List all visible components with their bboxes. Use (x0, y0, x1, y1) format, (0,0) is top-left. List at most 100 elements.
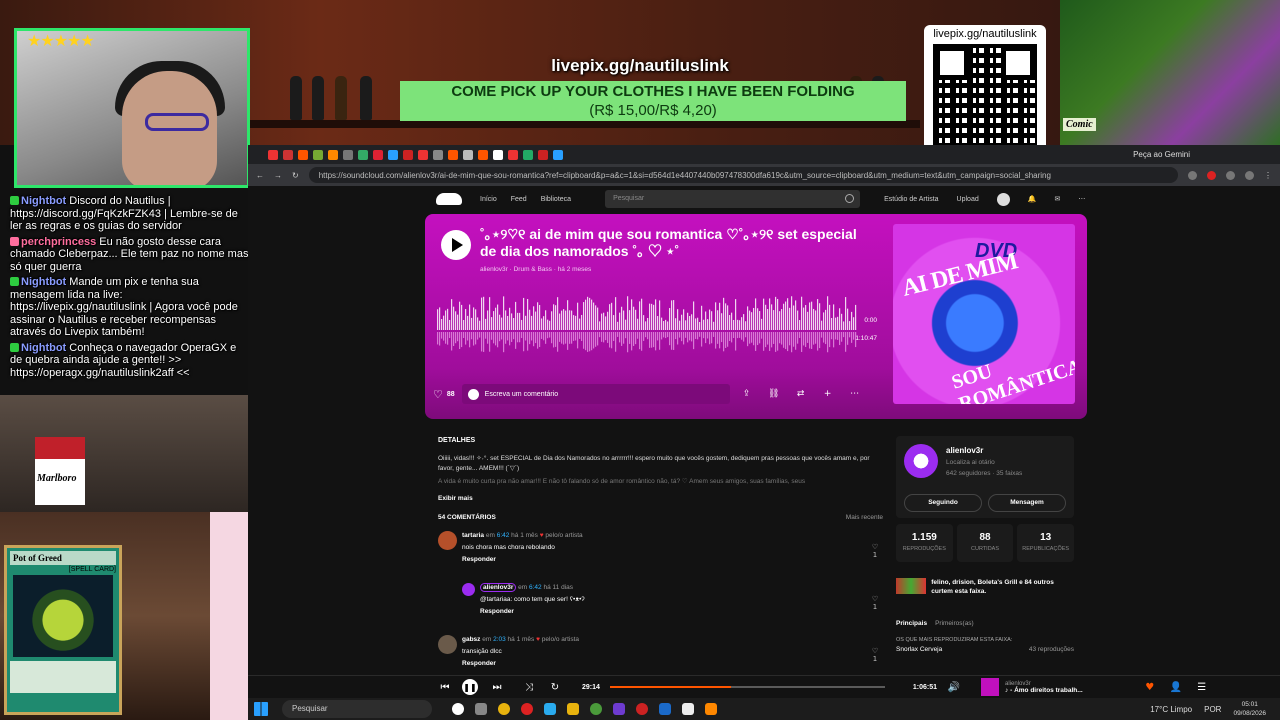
cortana-icon[interactable] (452, 703, 464, 715)
previous-icon[interactable]: ⏮ (438, 680, 452, 694)
play-button[interactable] (441, 230, 471, 260)
comment-input[interactable]: Escreva um comentário (461, 384, 730, 404)
bookmark-icon[interactable] (1188, 170, 1197, 180)
waveform[interactable] (437, 294, 857, 362)
tab-favicon-icon[interactable] (553, 149, 563, 160)
like-button[interactable]: ♡ 88 (433, 388, 455, 401)
tab-favicon-icon[interactable] (403, 149, 413, 160)
reply-button[interactable]: Responder (480, 607, 514, 617)
shuffle-icon[interactable]: ⤨ (522, 680, 536, 694)
tab-favicon-icon[interactable] (538, 149, 548, 160)
repeat-icon[interactable]: ↻ (548, 680, 562, 694)
tab-favicon-icon[interactable] (523, 149, 533, 160)
gemini-button[interactable]: Peça ao Gemini (1133, 150, 1280, 159)
user-avatar[interactable] (996, 192, 1010, 206)
tab-favicon-icon[interactable] (343, 149, 353, 160)
repost-icon[interactable]: ⇄ (791, 384, 811, 404)
tab-favicon-icon[interactable] (463, 149, 473, 160)
comment-like[interactable]: ♡ 1 (871, 647, 879, 665)
reply-button[interactable]: Responder (462, 659, 496, 669)
tab-favicon-icon[interactable] (508, 149, 518, 160)
now-playing[interactable]: alienlov3r ♪ - Ámo direitos trabalh... (981, 678, 1083, 696)
messages-icon[interactable]: ✉ (1054, 195, 1060, 203)
tab-favicon-icon[interactable] (268, 149, 278, 160)
language-indicator[interactable]: POR (1204, 705, 1221, 714)
opera-icon[interactable] (521, 703, 533, 715)
app-icon[interactable] (682, 703, 694, 715)
tab-favicon-icon[interactable] (358, 149, 368, 160)
chrome-alt-icon[interactable] (590, 703, 602, 715)
tab-favicon-icon[interactable] (283, 149, 293, 160)
next-icon[interactable]: ⏭ (490, 680, 504, 694)
clock[interactable]: 05:01 09/08/2026 (1233, 700, 1266, 718)
follow-icon[interactable]: 👤 (1169, 680, 1183, 694)
comment-like[interactable]: ♡ 1 (871, 595, 879, 613)
top-listener-row[interactable]: Snorlax Cerveja 43 reproduções (896, 646, 1074, 653)
nav-library[interactable]: Biblioteca (541, 196, 571, 203)
discord-icon[interactable] (613, 703, 625, 715)
avatar[interactable] (438, 635, 457, 654)
taskbar-search[interactable]: Pesquisar (282, 700, 432, 718)
more-icon[interactable]: ⋯ (1078, 195, 1085, 203)
comment-user[interactable]: gabsz (462, 636, 480, 643)
explorer-icon[interactable] (567, 703, 579, 715)
share-icon[interactable]: ⇪ (737, 384, 757, 404)
forward-icon[interactable]: → (274, 171, 282, 180)
following-button[interactable]: Seguindo (904, 494, 982, 512)
comment-timestamp[interactable]: 2:03 (493, 636, 506, 643)
like-icon[interactable]: ♥ (1143, 680, 1157, 694)
sort-dropdown[interactable]: Mais recente (846, 513, 883, 523)
pause-button[interactable]: ❚❚ (462, 679, 478, 695)
extension-icon[interactable] (1226, 170, 1235, 180)
extension-icon[interactable] (1207, 170, 1216, 180)
tab-favicon-icon[interactable] (418, 149, 428, 160)
add-to-playlist-icon[interactable]: + (818, 384, 838, 404)
message-button[interactable]: Mensagem (988, 494, 1066, 512)
volume-icon[interactable]: 🔊 (947, 680, 961, 694)
tab-favicon-icon[interactable] (373, 149, 383, 160)
back-icon[interactable]: ← (256, 171, 264, 180)
comment-user[interactable]: tartaria (462, 532, 484, 539)
tab-favicon-icon[interactable] (313, 149, 323, 160)
tab-favicon-icon[interactable] (298, 149, 308, 160)
search-input[interactable]: Pesquisar (605, 190, 861, 208)
steam-icon[interactable] (659, 703, 671, 715)
comment-timestamp[interactable]: 6:42 (529, 584, 542, 591)
nav-home[interactable]: Início (480, 196, 497, 203)
nav-feed[interactable]: Feed (511, 196, 527, 203)
reload-icon[interactable]: ↻ (292, 171, 299, 180)
track-genre[interactable]: Drum & Bass (514, 266, 552, 273)
comment-timestamp[interactable]: 6:42 (497, 532, 510, 539)
profile-icon[interactable] (1245, 170, 1254, 180)
upload-link[interactable]: Upload (957, 196, 979, 203)
comment-user[interactable]: alienlov3r (480, 583, 517, 592)
avatar[interactable] (462, 583, 475, 596)
url-field[interactable]: https://soundcloud.com/alienlov3r/ai-de-… (308, 167, 1178, 183)
more-icon[interactable]: ⋯ (845, 384, 865, 404)
track-artist[interactable]: alienlov3r (480, 266, 508, 273)
reply-button[interactable]: Responder (462, 555, 496, 565)
tab-first[interactable]: Primeiros(as) (935, 620, 974, 627)
soundcloud-logo-icon[interactable] (436, 193, 462, 205)
queue-icon[interactable]: ☰ (1195, 680, 1209, 694)
progress-bar[interactable] (609, 686, 885, 688)
tab-favicon-icon[interactable] (433, 149, 443, 160)
liked-by[interactable]: felino, drision, Boleta's Grill e 84 out… (896, 578, 1074, 596)
copy-link-icon[interactable]: ⛓ (764, 384, 784, 404)
obs-icon[interactable] (636, 703, 648, 715)
telegram-icon[interactable] (544, 703, 556, 715)
windows-start-icon[interactable] (254, 702, 268, 716)
active-tab-close-icon[interactable] (493, 149, 503, 160)
menu-icon[interactable]: ⋮ (1264, 171, 1272, 180)
comment-like[interactable]: ♡ 1 (871, 543, 879, 561)
tab-top[interactable]: Principais (896, 620, 927, 627)
artist-avatar[interactable] (904, 444, 938, 478)
tab-favicon-icon[interactable] (328, 149, 338, 160)
vlc-icon[interactable] (705, 703, 717, 715)
chrome-icon[interactable] (498, 703, 510, 715)
weather-widget[interactable]: 17°C Limpo (1150, 705, 1192, 714)
artist-studio-link[interactable]: Estúdio de Artista (884, 196, 938, 203)
artist-name[interactable]: alienlov3r (946, 446, 983, 455)
tab-favicon-icon[interactable] (388, 149, 398, 160)
task-view-icon[interactable] (475, 703, 487, 715)
